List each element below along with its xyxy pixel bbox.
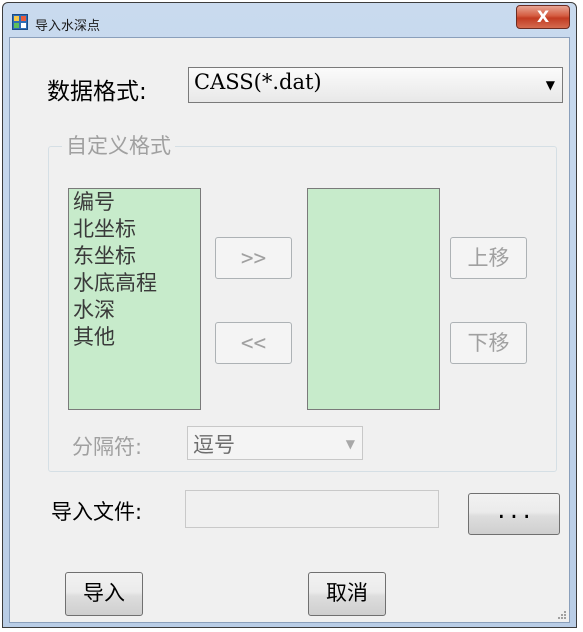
separator-label: 分隔符: xyxy=(72,435,143,459)
separator-select[interactable]: 逗号 ▼ xyxy=(187,426,363,460)
title-bar[interactable]: 导入水深点 X xyxy=(3,3,576,37)
add-field-button[interactable]: >> xyxy=(215,237,292,279)
browse-button[interactable]: ... xyxy=(468,493,560,535)
custom-format-title: 自定义格式 xyxy=(62,130,175,160)
import-button[interactable]: 导入 xyxy=(65,572,143,616)
window-title: 导入水深点 xyxy=(35,19,101,34)
resize-grip-icon[interactable] xyxy=(556,609,566,619)
close-button[interactable]: X xyxy=(516,5,570,29)
list-item[interactable]: 编号 xyxy=(69,189,200,216)
move-down-button[interactable]: 下移 xyxy=(450,322,527,364)
format-select[interactable]: CASS(*.dat) ▼ xyxy=(188,67,563,103)
import-file-path-input[interactable] xyxy=(185,490,439,528)
selected-fields-list[interactable] xyxy=(307,188,440,410)
close-icon: X xyxy=(536,7,550,26)
separator-select-value: 逗号 xyxy=(193,433,235,457)
move-up-button[interactable]: 上移 xyxy=(450,237,527,279)
list-item[interactable]: 水深 xyxy=(69,297,200,324)
chevron-down-icon: ▼ xyxy=(545,78,555,92)
dialog-body: 数据格式: CASS(*.dat) ▼ 自定义格式 编号 北坐标 东坐标 水底高程 水深… xyxy=(9,37,570,623)
remove-field-button[interactable]: << xyxy=(215,322,292,364)
available-fields-list[interactable]: 编号 北坐标 东坐标 水底高程 水深 其他 xyxy=(68,188,201,410)
format-label: 数据格式: xyxy=(47,79,147,105)
format-select-value: CASS(*.dat) xyxy=(194,70,322,94)
cancel-button[interactable]: 取消 xyxy=(308,572,386,616)
chevron-down-icon: ▼ xyxy=(345,437,355,451)
list-item[interactable]: 其他 xyxy=(69,324,200,351)
app-icon xyxy=(12,14,28,30)
import-file-label: 导入文件: xyxy=(51,500,143,524)
import-depth-dialog: 导入水深点 X 数据格式: CASS(*.dat) ▼ 自定义格式 编号 北坐标东… xyxy=(2,2,577,628)
list-item[interactable]: 东坐标 xyxy=(69,243,200,270)
list-item[interactable]: 北坐标 xyxy=(69,216,200,243)
list-item[interactable]: 水底高程 xyxy=(69,270,200,297)
